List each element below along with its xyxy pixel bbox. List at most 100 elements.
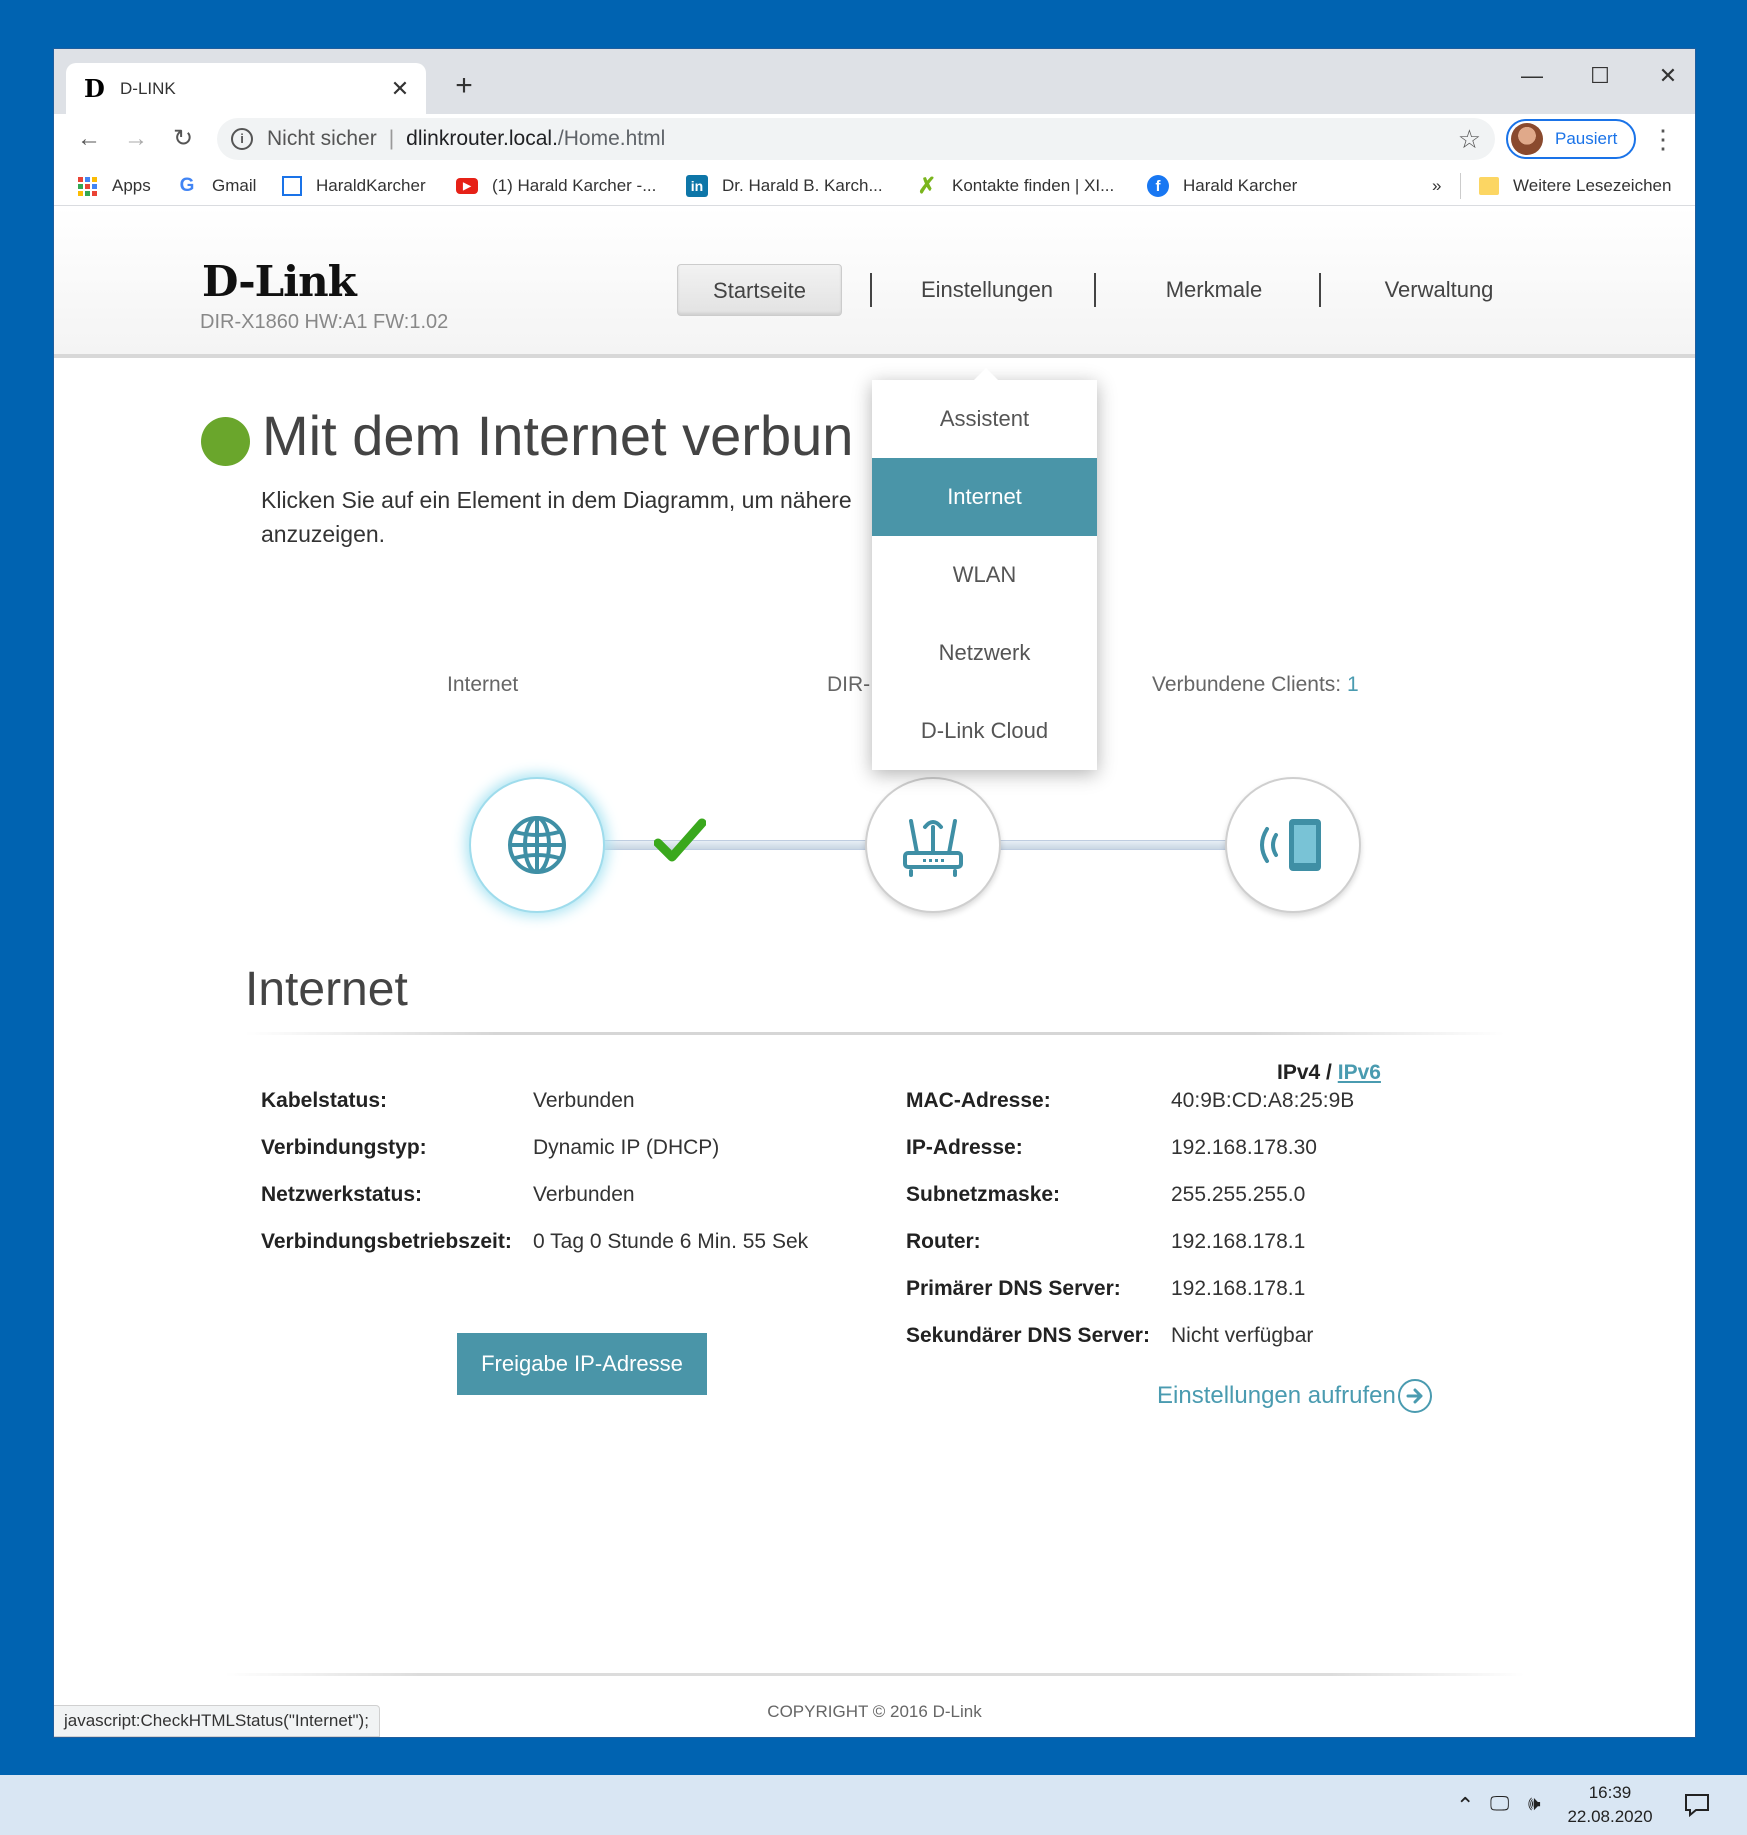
bookmark-haraldkarcher[interactable]: HaraldKarcher <box>282 173 426 199</box>
nav-einstellungen[interactable]: Einstellungen <box>892 264 1082 316</box>
clock-time: 16:39 <box>1588 1783 1632 1802</box>
section-divider <box>245 1032 1505 1035</box>
info-icon[interactable]: i <box>231 128 253 150</box>
info-value: Verbunden <box>533 1183 635 1206</box>
bookmark-gmail[interactable]: G Gmail <box>176 173 257 199</box>
bookmark-xing[interactable]: ✗ Kontakte finden | XI... <box>916 173 1114 199</box>
info-value: 255.255.255.0 <box>1171 1183 1306 1206</box>
bookmark-label: Dr. Harald B. Karch... <box>722 176 883 195</box>
network-icon[interactable]: 🖵 <box>1490 1793 1509 1816</box>
clients-label-text: Verbundene Clients: <box>1152 673 1342 696</box>
forward-icon[interactable]: → <box>119 122 153 156</box>
bookmark-linkedin[interactable]: in Dr. Harald B. Karch... <box>686 173 883 199</box>
volume-icon[interactable]: 🕪 <box>1528 1793 1541 1816</box>
bookmark-facebook[interactable]: f Harald Karcher <box>1147 173 1297 199</box>
browser-window: D D-LINK ✕ + — ☐ ✕ ← → ↻ i Nicht sicher … <box>54 49 1695 1737</box>
back-icon[interactable]: ← <box>72 122 106 156</box>
menu-item-internet[interactable]: Internet <box>872 458 1097 536</box>
bookmark-label: Apps <box>112 176 151 195</box>
info-value: 192.168.178.30 <box>1171 1136 1317 1159</box>
reload-icon[interactable]: ↻ <box>166 122 200 156</box>
info-key: Verbindungstyp: <box>261 1136 427 1159</box>
bookmarks-bar: Apps G Gmail HaraldKarcher ▶ (1) Harald … <box>54 165 1695 206</box>
dlink-logo: D-Link <box>202 257 357 306</box>
go-to-settings-link[interactable]: Einstellungen aufrufen <box>1157 1379 1432 1413</box>
diagram-internet-label: Internet <box>447 673 519 696</box>
bookmark-label: (1) Harald Karcher -... <box>492 176 657 195</box>
system-clock[interactable]: 16:39 22.08.2020 <box>1560 1781 1660 1829</box>
diagram-clients-label: Verbundene Clients: 1 <box>1152 673 1359 697</box>
release-ip-button[interactable]: Freigabe IP-Adresse <box>457 1333 707 1395</box>
connection-status-title: Mit dem Internet verbun <box>262 404 854 467</box>
tray-chevron-icon[interactable]: ⌃ <box>1456 1793 1474 1819</box>
other-bookmarks[interactable]: Weitere Lesezeichen <box>1460 173 1671 199</box>
nav-startseite[interactable]: Startseite <box>677 264 842 316</box>
info-key: Sekundärer DNS Server: <box>906 1324 1150 1347</box>
model-info: DIR-X1860 HW:A1 FW:1.02 <box>200 311 449 333</box>
info-value: 192.168.178.1 <box>1171 1277 1306 1300</box>
bookmark-label: Kontakte finden | XI... <box>952 176 1115 195</box>
ipv6-link[interactable]: IPv6 <box>1338 1061 1381 1084</box>
nav-separator <box>870 273 872 307</box>
info-value: Verbunden <box>533 1089 635 1112</box>
security-label: Nicht sicher <box>267 127 377 150</box>
page-layout-icon <box>282 176 302 196</box>
ipv4-label: IPv4 <box>1277 1061 1321 1084</box>
settings-dropdown-menu: Assistent Internet WLAN Netzwerk D-Link … <box>872 368 1097 770</box>
info-key: Kabelstatus: <box>261 1089 388 1112</box>
ip-version-toggle: IPv4 / IPv6 <box>1277 1061 1381 1085</box>
profile-label: Pausiert <box>1555 129 1618 148</box>
arrow-right-circle-icon <box>1397 1379 1432 1413</box>
folder-icon <box>1479 177 1499 195</box>
ip-toggle-slash: / <box>1326 1061 1332 1084</box>
apps-grid-icon <box>76 175 98 197</box>
new-tab-button[interactable]: + <box>446 69 482 103</box>
router-icon <box>903 819 963 877</box>
close-window-button[interactable]: ✕ <box>1634 59 1695 93</box>
nav-merkmale[interactable]: Merkmale <box>1119 264 1309 316</box>
browser-tab[interactable]: D D-LINK ✕ <box>66 63 426 114</box>
xing-icon: ✗ <box>917 173 937 198</box>
clients-node[interactable] <box>1225 777 1361 913</box>
menu-item-dlink-cloud[interactable]: D-Link Cloud <box>872 692 1097 770</box>
info-key: Netzwerkstatus: <box>261 1183 423 1206</box>
nav-verwaltung[interactable]: Verwaltung <box>1344 264 1534 316</box>
youtube-icon: ▶ <box>456 178 478 194</box>
info-value: 192.168.178.1 <box>1171 1230 1306 1253</box>
mobile-device-icon <box>1260 819 1321 871</box>
bookmark-apps[interactable]: Apps <box>76 173 151 199</box>
address-bar[interactable]: i Nicht sicher | dlinkrouter.local./Home… <box>217 118 1495 160</box>
avatar <box>1511 123 1543 155</box>
footer-divider <box>225 1673 1525 1676</box>
connected-check-icon <box>654 818 706 862</box>
menu-item-assistent[interactable]: Assistent <box>872 380 1097 458</box>
info-key: Subnetzmaske: <box>906 1183 1061 1206</box>
info-value: Nicht verfügbar <box>1171 1324 1314 1347</box>
menu-item-wlan[interactable]: WLAN <box>872 536 1097 614</box>
profile-button[interactable]: Pausiert <box>1506 119 1636 159</box>
tab-title: D-LINK <box>120 78 176 98</box>
linkedin-icon: in <box>686 175 708 197</box>
clients-count: 1 <box>1346 673 1359 696</box>
action-center-icon[interactable] <box>1684 1793 1710 1823</box>
minimize-button[interactable]: — <box>1498 59 1566 93</box>
browser-menu-icon[interactable]: ⋮ <box>1650 122 1676 156</box>
windows-taskbar: ⌃ 🖵 🕪 16:39 22.08.2020 <box>0 1775 1747 1835</box>
globe-icon <box>508 816 566 874</box>
bookmarks-overflow-button[interactable]: » <box>1432 173 1441 199</box>
bookmark-star-icon[interactable]: ☆ <box>1458 124 1481 155</box>
tab-close-icon[interactable]: ✕ <box>388 76 412 102</box>
info-key: Primärer DNS Server: <box>906 1277 1121 1300</box>
bookmark-label: Gmail <box>212 176 257 195</box>
router-node[interactable] <box>865 777 1001 913</box>
nav-separator <box>1094 273 1096 307</box>
url-host: dlinkrouter.local. <box>406 127 558 150</box>
maximize-button[interactable]: ☐ <box>1566 59 1634 93</box>
menu-item-netzwerk[interactable]: Netzwerk <box>872 614 1097 692</box>
bookmark-youtube[interactable]: ▶ (1) Harald Karcher -... <box>456 173 656 199</box>
bookmark-label: Harald Karcher <box>1183 176 1298 195</box>
info-key: Router: <box>906 1230 981 1253</box>
router-header: D-Link DIR-X1860 HW:A1 FW:1.02 Startseit… <box>54 207 1695 358</box>
internet-section-title: Internet <box>245 963 408 1016</box>
internet-node[interactable] <box>469 777 605 913</box>
